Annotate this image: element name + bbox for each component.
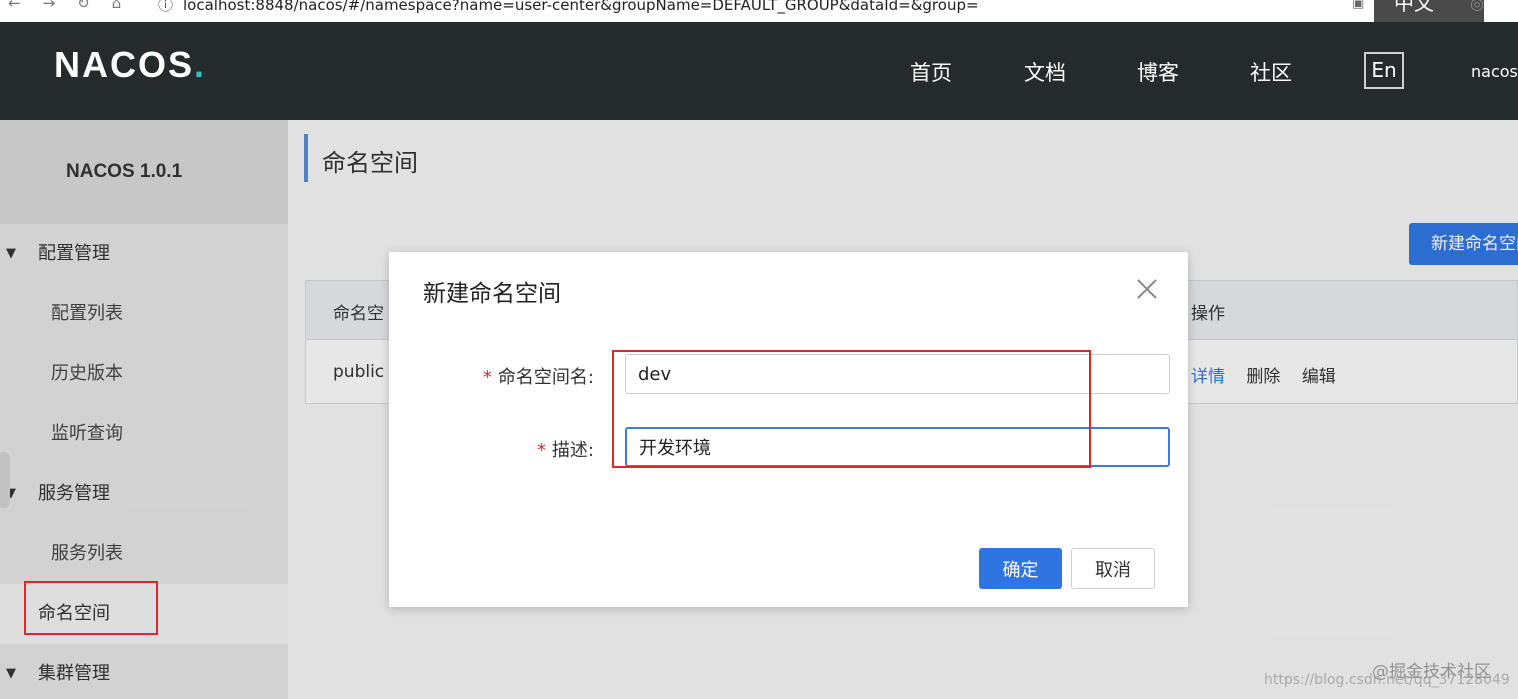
browser-nav-icons[interactable]: ←→↻⌂ — [8, 0, 143, 12]
extension-icon[interactable]: ◎ — [1470, 0, 1484, 13]
nav-blog[interactable]: 博客 — [1137, 57, 1179, 87]
top-header: NACOS. 首页 文档 博客 社区 En nacos — [0, 22, 1518, 120]
label-text: 描述: — [551, 440, 594, 461]
required-mark: * — [536, 440, 546, 461]
logo-text: NACOS — [54, 44, 195, 85]
close-icon[interactable] — [1135, 277, 1159, 301]
highlight-box-form — [612, 350, 1091, 468]
required-mark: * — [482, 367, 492, 388]
nav-home[interactable]: 首页 — [910, 57, 952, 87]
nav-community[interactable]: 社区 — [1250, 57, 1292, 87]
language-chip[interactable]: 中文 — [1374, 0, 1484, 22]
language-toggle-button[interactable]: En — [1364, 52, 1404, 89]
cancel-button[interactable]: 取消 — [1071, 548, 1155, 589]
dialog-title: 新建命名空间 — [423, 281, 561, 307]
url-field[interactable]: ⓘ localhost:8848/nacos/#/namespace?name=u… — [158, 0, 979, 15]
namespace-name-label: * 命名空间名: — [389, 363, 594, 389]
label-text: 命名空间名: — [497, 367, 594, 388]
description-label: * 描述: — [389, 436, 594, 462]
translate-icon[interactable]: ▣ — [1352, 0, 1364, 11]
info-icon: ⓘ — [158, 0, 174, 14]
nacos-logo[interactable]: NACOS. — [54, 44, 206, 86]
browser-address-bar: ←→↻⌂ ⓘ localhost:8848/nacos/#/namespace?n… — [0, 0, 1518, 22]
user-name[interactable]: nacos — [1471, 62, 1518, 81]
nav-docs[interactable]: 文档 — [1024, 57, 1066, 87]
new-namespace-dialog: 新建命名空间 *命名空间名: *描述: 确定 取消 — [389, 252, 1188, 607]
highlight-box-sidebar — [24, 581, 158, 635]
url-text: localhost:8848/nacos/#/namespace?name=us… — [183, 0, 979, 14]
watermark-csdn: https://blog.csdn.net/qq_37128049 — [1264, 672, 1510, 688]
confirm-button[interactable]: 确定 — [979, 548, 1062, 589]
logo-dot: . — [194, 44, 207, 85]
